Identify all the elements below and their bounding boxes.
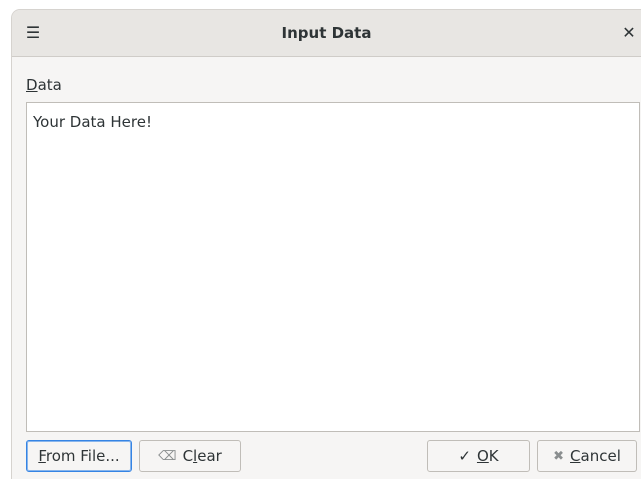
hamburger-menu-icon[interactable]: ☰: [22, 22, 44, 44]
cancel-x-icon: ✖: [553, 448, 565, 464]
from-file-mnemonic: F: [38, 447, 46, 465]
close-icon[interactable]: ✕: [619, 23, 639, 43]
titlebar: ☰ Input Data ✕: [12, 10, 641, 57]
cancel-button[interactable]: ✖ Cancel: [537, 440, 637, 472]
data-label-mnemonic: D: [26, 76, 38, 94]
cancel-mnemonic: C: [570, 447, 581, 465]
ok-button[interactable]: ✓ OK: [427, 440, 530, 472]
ok-rest: K: [488, 447, 499, 465]
cancel-rest: ancel: [580, 447, 621, 465]
dialog-title: Input Data: [281, 24, 372, 42]
data-textarea[interactable]: Your Data Here!: [26, 102, 640, 432]
clear-prefix: C: [182, 447, 194, 465]
ok-mnemonic: O: [476, 447, 489, 465]
input-data-dialog: ☰ Input Data ✕ Data Your Data Here! From…: [12, 10, 641, 479]
data-label-rest: ata: [37, 76, 62, 94]
clear-button[interactable]: ⌫ Clear: [139, 440, 241, 472]
checkmark-icon: ✓: [458, 447, 471, 465]
backspace-icon: ⌫: [158, 448, 177, 464]
from-file-label: rom File...: [45, 447, 120, 465]
clear-rest: ear: [197, 447, 222, 465]
from-file-button[interactable]: From File...: [26, 440, 132, 472]
data-label: Data: [26, 76, 62, 94]
